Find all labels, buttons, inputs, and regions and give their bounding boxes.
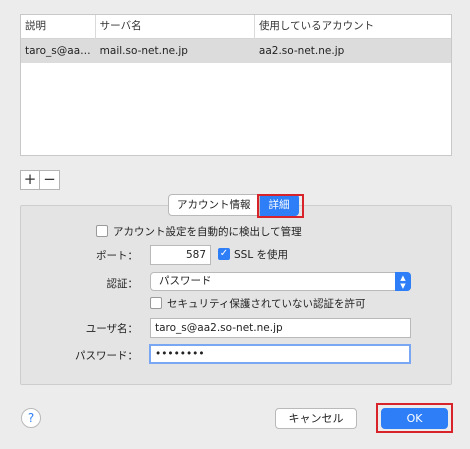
port-field[interactable]: 587 <box>150 245 211 265</box>
add-server-button[interactable]: + <box>21 171 40 189</box>
cell-description: taro_s@aa2... <box>25 45 96 57</box>
column-header-description[interactable]: 説明 <box>21 15 96 39</box>
ok-button[interactable]: OK <box>381 408 448 429</box>
insecure-auth-checkbox[interactable] <box>150 297 162 309</box>
column-header-account[interactable]: 使用しているアカウント <box>255 15 451 39</box>
auth-label: 認証： <box>106 278 139 290</box>
tab-details[interactable]: 詳細 <box>259 194 299 216</box>
cell-server: mail.so-net.ne.jp <box>99 45 188 57</box>
ssl-checkbox[interactable]: ✓ <box>218 248 230 260</box>
cancel-button[interactable]: キャンセル <box>275 408 357 429</box>
password-label: パスワード： <box>75 350 138 362</box>
insecure-auth-label: セキュリティ保護されていない認証を許可 <box>167 298 366 310</box>
cell-account: aa2.so-net.ne.jp <box>258 45 345 57</box>
auth-select-value: パスワード <box>159 275 212 287</box>
smtp-server-table: 説明 サーバ名 使用しているアカウント taro_s@aa2... mail.s… <box>20 14 452 156</box>
table-header: 説明 サーバ名 使用しているアカウント <box>21 15 451 39</box>
chevron-updown-icon: ▲ ▼ <box>395 272 411 291</box>
table-controls: + − <box>20 170 60 190</box>
auth-select[interactable]: パスワード ▲ ▼ <box>150 272 411 291</box>
help-button[interactable]: ? <box>21 408 41 428</box>
port-label: ポート： <box>96 250 138 262</box>
column-header-server[interactable]: サーバ名 <box>96 15 255 39</box>
auto-detect-checkbox[interactable] <box>96 225 108 237</box>
ssl-label: SSL を使用 <box>234 249 289 261</box>
password-field[interactable]: •••••••• <box>149 344 411 364</box>
auto-detect-label: アカウント設定を自動的に検出して管理 <box>113 226 302 238</box>
table-row[interactable]: taro_s@aa2... mail.so-net.ne.jp aa2.so-n… <box>21 39 451 63</box>
tab-account-info[interactable]: アカウント情報 <box>168 194 260 216</box>
username-label: ユーザ名： <box>85 323 138 335</box>
username-field[interactable]: taro_s@aa2.so-net.ne.jp <box>150 318 411 338</box>
remove-server-button[interactable]: − <box>40 171 59 189</box>
tab-bar: アカウント情報 詳細 <box>168 193 299 217</box>
